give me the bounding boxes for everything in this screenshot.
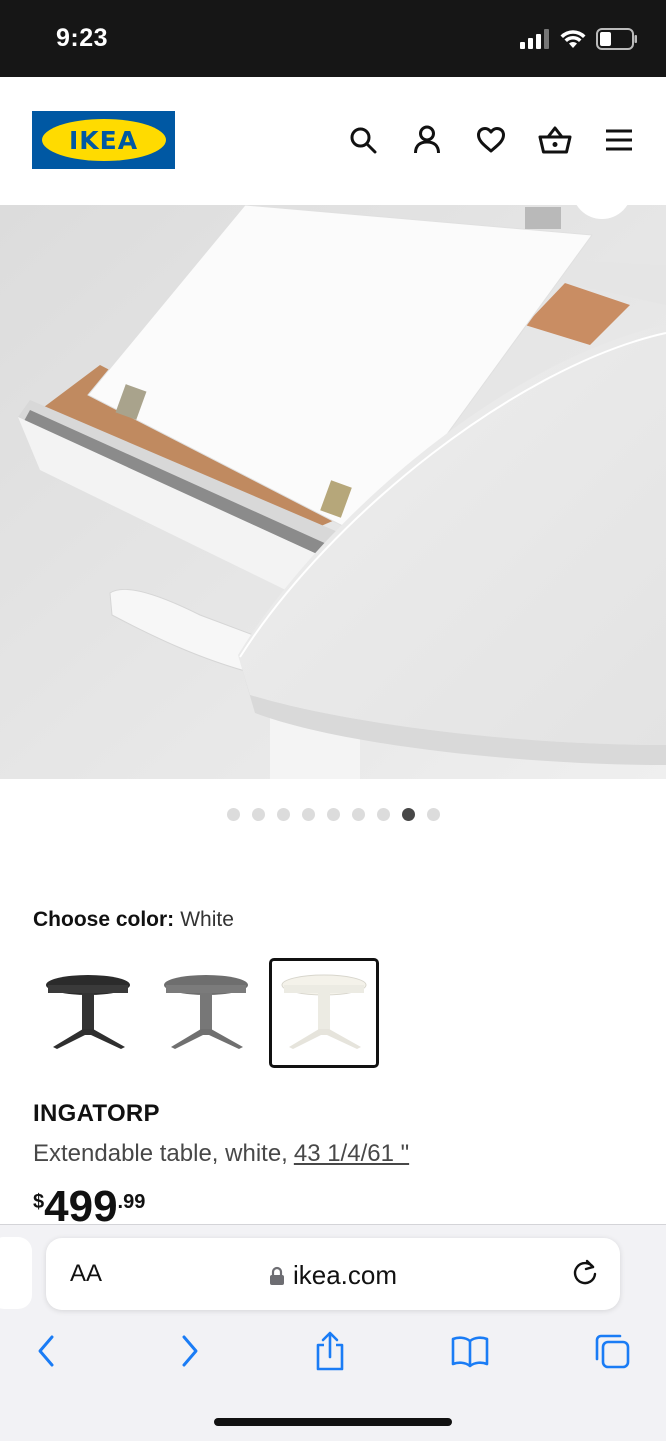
home-indicator[interactable] [214, 1418, 452, 1426]
carousel-dot[interactable] [426, 808, 440, 821]
reload-icon[interactable] [570, 1258, 600, 1293]
signal-icon [520, 29, 550, 54]
carousel-dot[interactable] [351, 808, 365, 821]
swatch-black-brown[interactable] [33, 958, 143, 1068]
bookmarks-icon[interactable] [450, 1325, 490, 1377]
price-integer: 499 [44, 1182, 118, 1231]
wifi-icon [560, 29, 586, 54]
url-text: ikea.com [292, 1260, 398, 1290]
ikea-logo[interactable]: IKEA [32, 111, 175, 169]
carousel-dot[interactable] [326, 808, 340, 821]
choose-color-label: Choose color: [33, 908, 175, 931]
status-time: 9:23 [56, 24, 109, 52]
color-swatches [33, 958, 387, 1068]
price-decimal: .99 [117, 1191, 146, 1213]
heart-icon[interactable] [474, 123, 508, 157]
menu-icon[interactable] [602, 123, 636, 157]
address-bar[interactable]: AA ikea.com [46, 1238, 620, 1310]
carousel-dot[interactable] [226, 808, 240, 821]
url-display: ikea.com [46, 1260, 620, 1293]
choose-color: Choose color: White [33, 908, 234, 932]
carousel-dot[interactable] [276, 808, 290, 821]
cart-icon[interactable] [538, 123, 572, 157]
status-icons [520, 28, 638, 55]
choose-color-value: White [180, 908, 234, 931]
header-actions [346, 123, 636, 157]
product-image[interactable] [0, 205, 666, 779]
search-icon[interactable] [346, 123, 380, 157]
product-price: $ 499 .99 [33, 1185, 145, 1229]
product-description-text: Extendable table, white, [33, 1140, 288, 1167]
carousel-dots [0, 808, 666, 821]
swatch-gray[interactable] [151, 958, 261, 1068]
site-header: IKEA [0, 77, 666, 205]
status-bar: 9:23 [0, 0, 666, 77]
browser-bottom-bar: AA ikea.com [0, 1224, 666, 1441]
share-icon[interactable] [310, 1325, 350, 1377]
carousel-dot[interactable] [301, 808, 315, 821]
swatch-white-selected[interactable] [269, 958, 379, 1068]
forward-icon[interactable] [170, 1325, 210, 1377]
product-dimensions-link[interactable]: 43 1/4/61 " [294, 1140, 409, 1167]
logo-text: IKEA [68, 125, 139, 155]
product-name: INGATORP [33, 1100, 160, 1127]
battery-icon [596, 28, 638, 55]
lock-icon [269, 1262, 285, 1293]
carousel-dot[interactable] [376, 808, 390, 821]
previous-tab-peek[interactable] [0, 1237, 32, 1309]
product-description: Extendable table, white, 43 1/4/61 " [33, 1140, 409, 1168]
logo-oval: IKEA [41, 119, 166, 161]
browser-toolbar [0, 1325, 666, 1385]
account-icon[interactable] [410, 123, 444, 157]
price-currency: $ [33, 1191, 45, 1213]
carousel-dot[interactable] [251, 808, 265, 821]
tabs-icon[interactable] [592, 1325, 632, 1377]
back-icon[interactable] [26, 1325, 66, 1377]
carousel-dot-active[interactable] [401, 808, 415, 821]
